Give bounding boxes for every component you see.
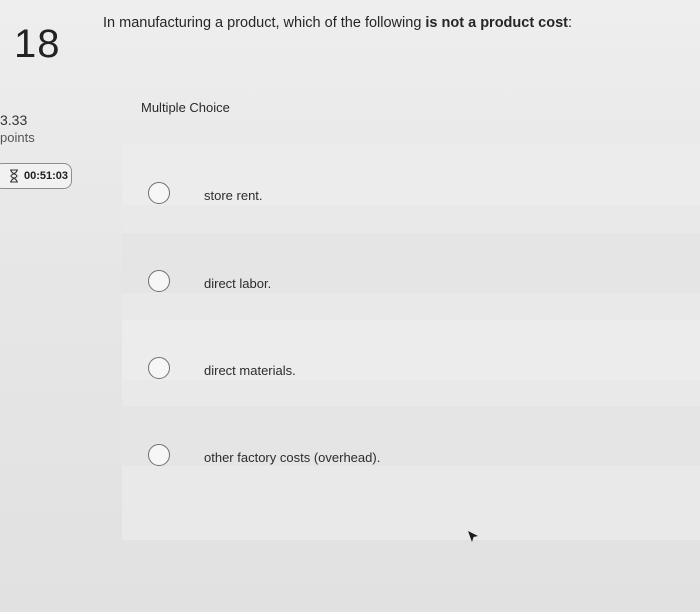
question-screen: 18 3.33 points 00:51:03 In manufacturing… <box>0 0 700 612</box>
radio-button[interactable] <box>148 270 170 292</box>
mouse-pointer-icon <box>468 531 478 542</box>
question-prompt: In manufacturing a product, which of the… <box>103 15 572 31</box>
radio-button[interactable] <box>148 444 170 466</box>
points-value: 3.33 <box>0 112 28 128</box>
radio-button[interactable] <box>148 357 170 379</box>
choice-label: store rent. <box>204 188 263 203</box>
question-text-start: In manufacturing a product, which of the… <box>103 15 426 31</box>
timer-badge[interactable]: 00:51:03 <box>0 163 72 189</box>
choice-option-c[interactable]: direct materials. <box>122 320 700 380</box>
question-text-end: : <box>568 15 573 31</box>
question-type-label: Multiple Choice <box>141 100 230 115</box>
choice-option-a[interactable]: store rent. <box>122 145 700 205</box>
choice-option-d[interactable]: other factory costs (overhead). <box>122 406 700 466</box>
hourglass-icon <box>10 169 18 183</box>
radio-button[interactable] <box>148 182 170 204</box>
points-label: points <box>0 130 35 145</box>
choice-label: direct labor. <box>204 276 272 291</box>
choice-label: direct materials. <box>204 363 296 378</box>
question-text-emphasis: is not a product cost <box>425 15 568 31</box>
choices-panel: store rent. direct labor. direct materia… <box>122 145 700 540</box>
choice-label: other factory costs (overhead). <box>204 450 381 465</box>
choice-option-b[interactable]: direct labor. <box>122 233 700 293</box>
question-number: 18 <box>14 22 61 66</box>
timer-value: 00:51:03 <box>24 170 69 182</box>
